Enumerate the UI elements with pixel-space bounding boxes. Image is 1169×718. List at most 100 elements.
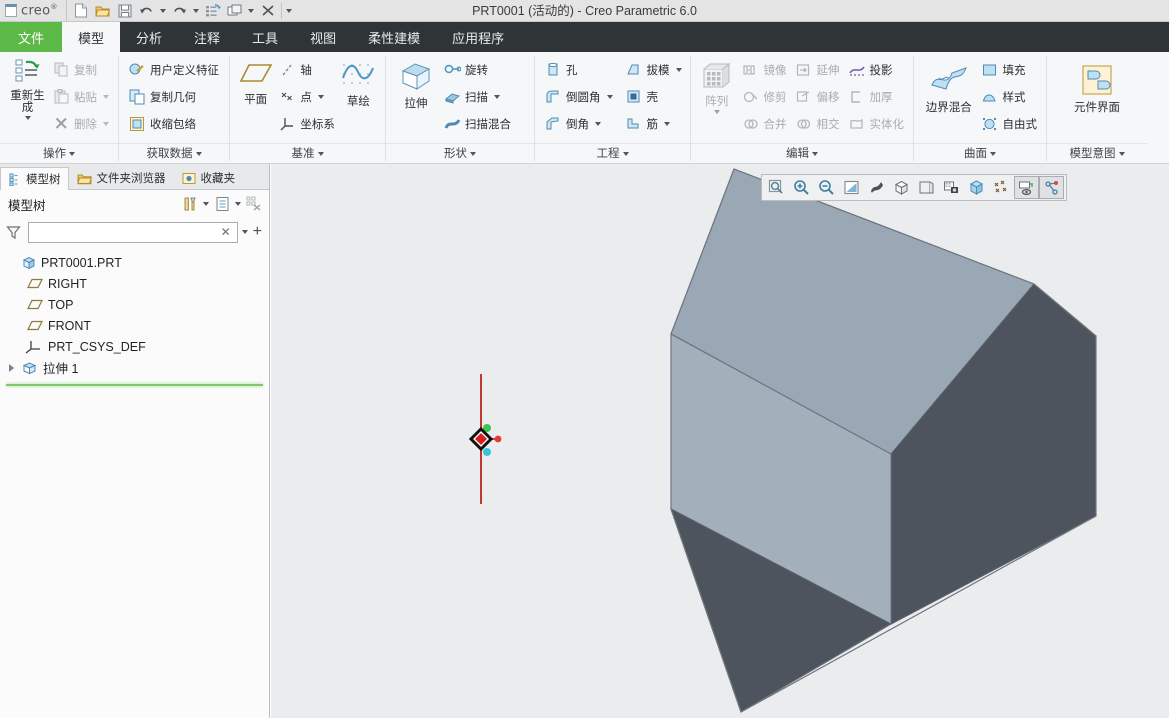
panel-tab-model-tree[interactable]: 模型树 xyxy=(0,167,69,190)
display-style-icon[interactable] xyxy=(889,176,914,199)
extend-button[interactable]: 延伸 xyxy=(792,57,843,82)
shell-button[interactable]: 壳 xyxy=(622,84,685,109)
project-button[interactable]: 投影 xyxy=(845,57,908,82)
delete-button[interactable]: 删除 xyxy=(49,111,112,136)
switch-window-icon[interactable] xyxy=(224,1,246,21)
component-interface-button[interactable]: 元件界面 xyxy=(1057,56,1137,114)
regenerate-icon[interactable] xyxy=(202,1,224,21)
tree-item-right-plane[interactable]: RIGHT xyxy=(0,273,269,294)
funnel-icon[interactable] xyxy=(2,223,24,241)
panel-tab-favorites[interactable]: 收藏夹 xyxy=(174,166,244,189)
spin-center-icon[interactable] xyxy=(864,176,889,199)
draft-button[interactable]: 拔模 xyxy=(622,57,685,82)
tab-model[interactable]: 模型 xyxy=(62,22,121,52)
tree-settings-icon[interactable] xyxy=(213,195,231,213)
round-button[interactable]: 倒圆角 xyxy=(541,84,616,109)
extruded-box-model[interactable] xyxy=(271,164,1169,718)
qat-customize-arrow[interactable] xyxy=(284,1,295,21)
tab-flexible-modeling[interactable]: 柔性建模 xyxy=(352,22,436,52)
datum-point-button[interactable]: 点 xyxy=(275,84,338,109)
ribbon-group-label-datum[interactable]: 基准 xyxy=(230,143,385,164)
tree-item-top-plane[interactable]: TOP xyxy=(0,294,269,315)
scene-icon[interactable] xyxy=(939,176,964,199)
tree-filter-off-icon[interactable] xyxy=(245,195,263,213)
shrinkwrap-button[interactable]: 收缩包络 xyxy=(125,111,222,136)
tree-tools-icon[interactable] xyxy=(181,195,199,213)
datum-plane-button[interactable]: 平面 xyxy=(236,56,275,106)
merge-button[interactable]: 合并 xyxy=(739,111,790,136)
extrude-button[interactable]: 拉伸 xyxy=(392,56,440,110)
panel-tab-folder-browser[interactable]: 文件夹浏览器 xyxy=(69,166,174,189)
tab-analysis[interactable]: 分析 xyxy=(120,22,178,52)
thicken-button[interactable]: 加厚 xyxy=(845,84,908,109)
tree-item-front-plane[interactable]: FRONT xyxy=(0,315,269,336)
tab-tools[interactable]: 工具 xyxy=(236,22,294,52)
ribbon-group-label-shapes[interactable]: 形状 xyxy=(386,143,534,164)
copy-geometry-button[interactable]: 复制几何 xyxy=(125,84,222,109)
switch-window-dropdown-arrow[interactable] xyxy=(246,1,257,21)
save-file-icon[interactable] xyxy=(114,1,136,21)
ribbon-group-label-editing[interactable]: 编辑 xyxy=(691,143,913,164)
offset-button[interactable]: 偏移 xyxy=(792,84,843,109)
new-file-icon[interactable] xyxy=(70,1,92,21)
intersect-button[interactable]: 相交 xyxy=(792,111,843,136)
solidify-button[interactable]: 实体化 xyxy=(845,111,908,136)
regenerate-button[interactable]: 重新生成 xyxy=(6,56,49,120)
model-tree-search-input[interactable] xyxy=(33,223,219,241)
redo-icon[interactable] xyxy=(169,1,191,21)
sweep-button[interactable]: 扫描 xyxy=(440,84,514,109)
tab-annotate[interactable]: 注释 xyxy=(178,22,236,52)
boundary-blend-button[interactable]: 边界混合 xyxy=(920,56,978,114)
ribbon-group-label-model-intent[interactable]: 模型意图 xyxy=(1047,143,1147,164)
draft-dropdown-arrow[interactable] xyxy=(675,67,682,72)
tab-view[interactable]: 视图 xyxy=(294,22,352,52)
undo-dropdown-arrow[interactable] xyxy=(158,1,169,21)
rib-dropdown-arrow[interactable] xyxy=(664,121,670,126)
datum-axis-button[interactable]: 轴 xyxy=(275,57,338,82)
delete-dropdown-arrow[interactable] xyxy=(103,121,109,126)
datum-display-icon[interactable] xyxy=(989,176,1014,199)
tree-item-part[interactable]: PRT0001.PRT xyxy=(0,252,269,273)
undo-icon[interactable] xyxy=(136,1,158,21)
ribbon-group-label-engineering[interactable]: 工程 xyxy=(535,143,690,164)
trim-button[interactable]: 修剪 xyxy=(739,84,790,109)
tab-file[interactable]: 文件 xyxy=(0,22,62,52)
datum-point-dropdown-arrow[interactable] xyxy=(317,94,324,99)
pattern-button[interactable]: 阵列 xyxy=(697,56,737,114)
graphics-window[interactable] xyxy=(271,164,1169,718)
add-filter-button[interactable]: + xyxy=(252,224,263,240)
model-tree-search-box[interactable]: ✕ xyxy=(28,221,238,243)
repaint-icon[interactable] xyxy=(839,176,864,199)
ribbon-group-label-surfaces[interactable]: 曲面 xyxy=(914,143,1046,164)
search-dropdown-arrow[interactable] xyxy=(241,230,248,234)
annotation-display-icon[interactable] xyxy=(1014,176,1039,199)
spin-center-toggle-icon[interactable] xyxy=(1039,176,1064,199)
tab-applications[interactable]: 应用程序 xyxy=(436,22,520,52)
sketch-button[interactable]: 草绘 xyxy=(338,56,379,108)
fill-button[interactable]: 填充 xyxy=(978,57,1041,82)
tree-tools-dropdown-arrow[interactable] xyxy=(203,202,209,206)
tree-expander-extrude-1[interactable] xyxy=(6,363,16,372)
rib-button[interactable]: 筋 xyxy=(622,111,685,136)
chamfer-dropdown-arrow[interactable] xyxy=(595,121,601,126)
tree-item-csys[interactable]: PRT_CSYS_DEF xyxy=(0,336,269,357)
insert-here-indicator[interactable] xyxy=(6,384,263,386)
pattern-dropdown-arrow[interactable] xyxy=(713,110,720,114)
clear-search-icon[interactable]: ✕ xyxy=(219,225,233,239)
udf-button[interactable]: 用户定义特征 xyxy=(125,57,222,82)
revolve-button[interactable]: 旋转 xyxy=(440,57,514,82)
close-window-icon[interactable] xyxy=(257,1,279,21)
redo-dropdown-arrow[interactable] xyxy=(191,1,202,21)
open-file-icon[interactable] xyxy=(92,1,114,21)
zoom-in-icon[interactable] xyxy=(789,176,814,199)
hole-button[interactable]: 孔 xyxy=(541,57,616,82)
chamfer-button[interactable]: 倒角 xyxy=(541,111,616,136)
zoom-fit-icon[interactable] xyxy=(764,176,789,199)
round-dropdown-arrow[interactable] xyxy=(606,94,613,99)
datum-csys-button[interactable]: 坐标系 xyxy=(275,111,338,136)
ribbon-group-label-operations[interactable]: 操作 xyxy=(0,143,118,164)
regenerate-dropdown-arrow[interactable] xyxy=(24,116,31,120)
copy-button[interactable]: 复制 xyxy=(49,57,112,82)
perspective-view-icon[interactable] xyxy=(964,176,989,199)
ribbon-group-label-get-data[interactable]: 获取数据 xyxy=(119,143,229,164)
